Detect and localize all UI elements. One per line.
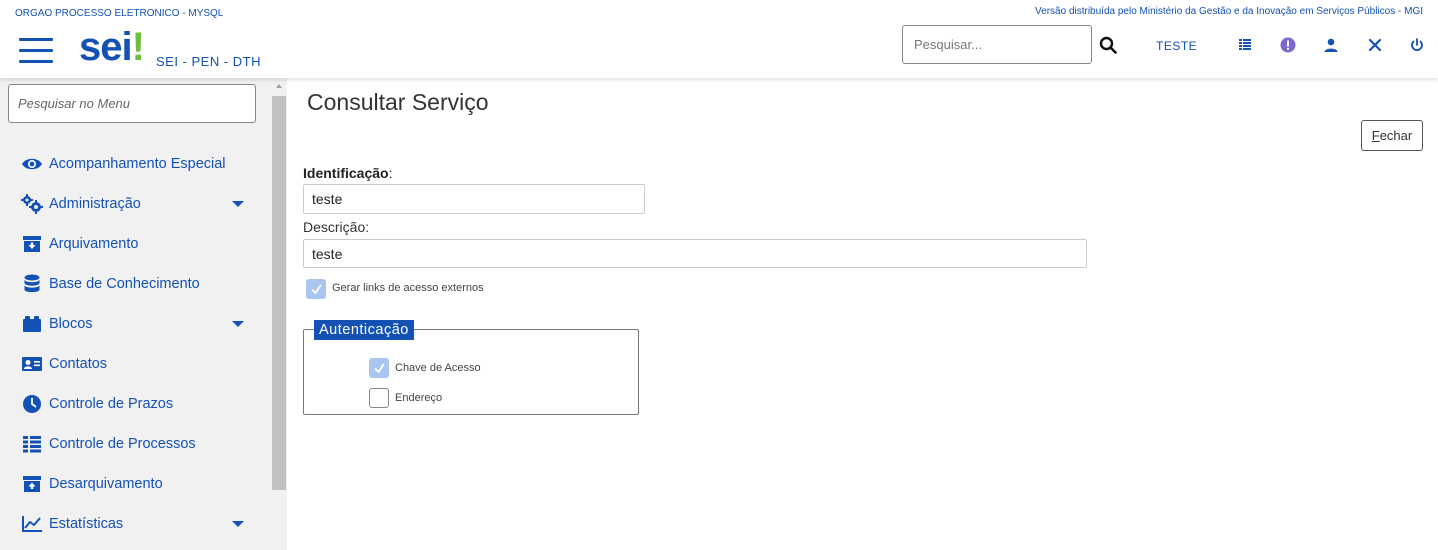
- sidebar-item-contatos[interactable]: Contatos: [0, 344, 268, 384]
- sidebar-item-label: Blocos: [49, 316, 93, 332]
- version-text: Versão distribuída pelo Ministério da Ge…: [1035, 6, 1423, 17]
- sidebar-menu: Acompanhamento Especial Administração Ar…: [0, 144, 268, 544]
- close-button[interactable]: Fechar: [1361, 120, 1423, 151]
- sidebar-scrollbar-thumb[interactable]: [272, 96, 286, 490]
- tools-icon[interactable]: [1367, 37, 1383, 53]
- logo-bang: !: [131, 25, 145, 69]
- identificacao-label-colon: :: [388, 165, 393, 181]
- sidebar-item-label: Controle de Prazos: [49, 396, 174, 412]
- gerar-links-checkbox[interactable]: [306, 279, 326, 299]
- chave-de-acesso-checkbox[interactable]: [369, 358, 389, 378]
- descricao-field[interactable]: [303, 239, 1087, 268]
- sidebar-item-label: Acompanhamento Especial: [49, 156, 226, 172]
- menu-search-input[interactable]: [8, 84, 256, 123]
- database-icon: [21, 273, 43, 295]
- sidebar-item-base-de-conhecimento[interactable]: Base de Conhecimento: [0, 264, 268, 304]
- list-icon: [21, 433, 43, 455]
- sidebar-item-label: Desarquivamento: [49, 476, 163, 492]
- search-input[interactable]: [902, 25, 1092, 64]
- unarchive-icon: [21, 473, 43, 495]
- sidebar-item-desarquivamento[interactable]: Desarquivamento: [0, 464, 268, 504]
- grid-list-icon[interactable]: [1238, 37, 1254, 53]
- chevron-down-icon[interactable]: [232, 521, 244, 527]
- sidebar-item-label: Base de Conhecimento: [49, 276, 200, 292]
- system-subtitle: SEI - PEN - DTH: [156, 54, 262, 69]
- sidebar-item-estatisticas[interactable]: Estatísticas: [0, 504, 268, 544]
- power-icon[interactable]: [1409, 37, 1425, 53]
- alert-icon[interactable]: [1280, 37, 1296, 53]
- close-accesskey: F: [1371, 128, 1380, 143]
- checkmark-icon: [374, 363, 385, 373]
- clock-icon: [21, 393, 43, 415]
- sidebar-item-blocos[interactable]: Blocos: [0, 304, 268, 344]
- autenticacao-legend: Autenticação: [314, 320, 414, 340]
- identificacao-label-text: Identificação: [303, 165, 389, 181]
- sidebar-item-label: Arquivamento: [49, 236, 139, 252]
- gerar-links-label: Gerar links de acesso externos: [332, 282, 484, 294]
- checkmark-icon: [311, 284, 322, 294]
- identificacao-label: Identificação:: [303, 165, 392, 181]
- sidebar-item-label: Contatos: [49, 356, 108, 372]
- sidebar-item-acompanhamento-especial[interactable]: Acompanhamento Especial: [0, 144, 268, 184]
- sidebar-item-arquivamento[interactable]: Arquivamento: [0, 224, 268, 264]
- blocks-icon: [21, 313, 43, 335]
- gears-icon: [21, 193, 43, 215]
- user-icon[interactable]: [1323, 37, 1339, 53]
- chave-de-acesso-label: Chave de Acesso: [395, 362, 481, 374]
- sidebar: Acompanhamento Especial Administração Ar…: [0, 78, 287, 550]
- unit-selector[interactable]: TESTE: [1156, 39, 1197, 53]
- page-title: Consultar Serviço: [307, 89, 489, 115]
- menu-icon[interactable]: [19, 38, 53, 66]
- sidebar-item-label: Controle de Processos: [49, 436, 196, 452]
- endereco-label: Endereço: [395, 392, 443, 404]
- main-content: Consultar Serviço Fechar Identificação: …: [287, 78, 1438, 550]
- sidebar-item-administracao[interactable]: Administração: [0, 184, 268, 224]
- sidebar-item-label: Estatísticas: [49, 516, 124, 532]
- endereco-checkbox[interactable]: [369, 388, 389, 408]
- eye-icon: [21, 153, 43, 175]
- sidebar-item-controle-de-prazos[interactable]: Controle de Prazos: [0, 384, 268, 424]
- chart-line-icon: [21, 513, 43, 535]
- search-icon[interactable]: [1099, 36, 1119, 56]
- sidebar-item-controle-de-processos[interactable]: Controle de Processos: [0, 424, 268, 464]
- chevron-down-icon[interactable]: [232, 321, 244, 327]
- org-name: ORGAO PROCESSO ELETRONICO - MYSQL: [15, 8, 224, 19]
- chevron-down-icon[interactable]: [232, 201, 244, 207]
- close-label: echar: [1379, 128, 1413, 143]
- sei-logo[interactable]: sei!: [79, 25, 145, 69]
- logo-text: sei: [79, 25, 133, 69]
- sidebar-item-label: Administração: [49, 196, 141, 212]
- archive-icon: [21, 233, 43, 255]
- scroll-up-arrow-icon[interactable]: [276, 84, 282, 88]
- descricao-label: Descrição:: [303, 219, 370, 235]
- contact-card-icon: [21, 353, 43, 375]
- identificacao-field[interactable]: [303, 184, 645, 214]
- top-header: ORGAO PROCESSO ELETRONICO - MYSQL Versão…: [0, 0, 1438, 78]
